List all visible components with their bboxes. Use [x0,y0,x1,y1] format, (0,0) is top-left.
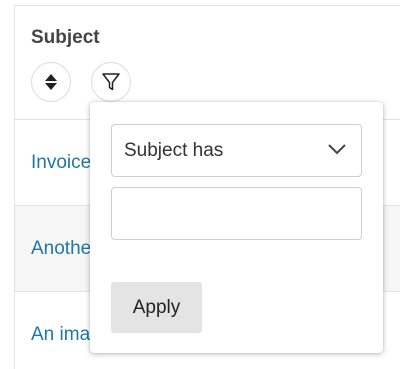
sort-up-down-icon [45,74,57,90]
row-subject-link[interactable]: Invoice [31,152,91,174]
filter-value-input[interactable] [111,187,362,240]
filter-popover: Subject has Apply [90,102,383,353]
sort-button[interactable] [31,62,71,102]
chevron-down-icon [328,144,346,155]
apply-button[interactable]: Apply [111,282,202,333]
filter-operator-value: Subject has [124,140,224,161]
table-frame: Subject Invoice Anothe An ima Subject ha… [0,0,400,369]
filter-button[interactable] [91,62,131,102]
row-subject-link[interactable]: Anothe [31,238,91,260]
filter-operator-select[interactable]: Subject has [111,124,362,177]
column-header-title: Subject [31,27,100,48]
row-subject-link[interactable]: An ima [31,324,90,346]
funnel-filter-icon [102,73,120,91]
